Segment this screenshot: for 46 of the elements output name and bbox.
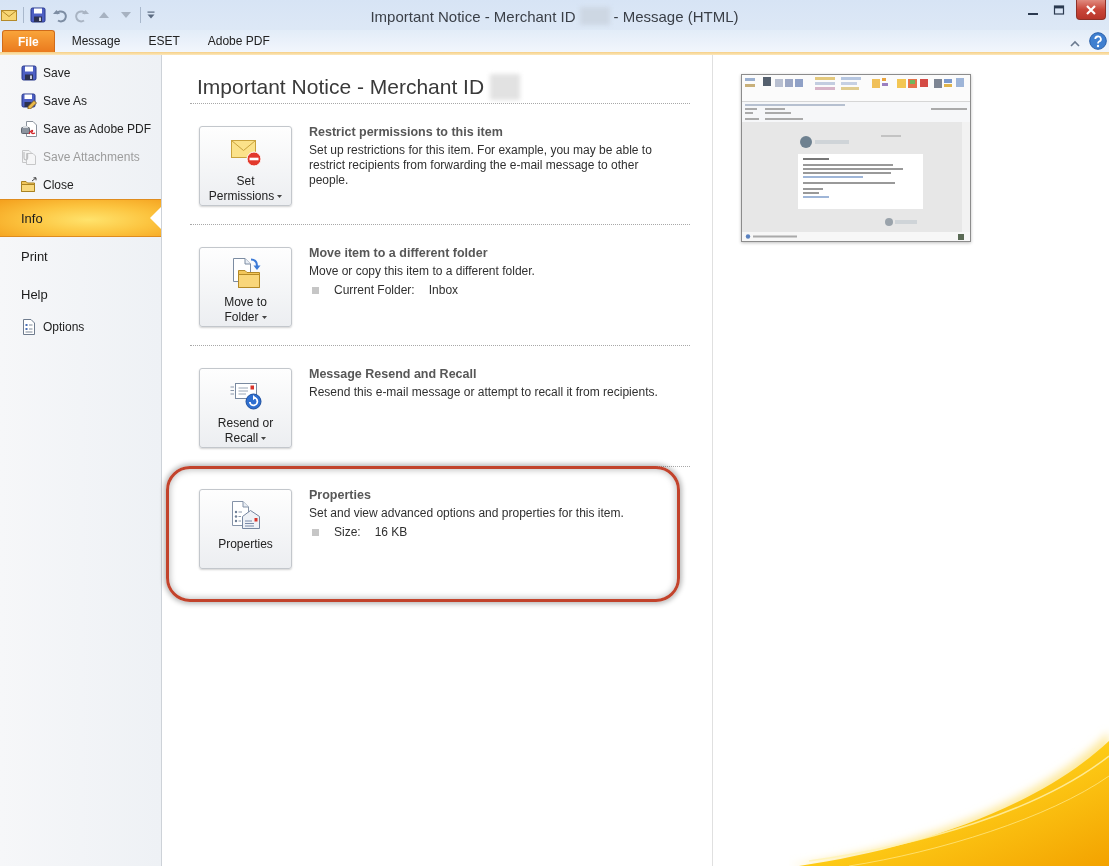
close-button[interactable] <box>1076 0 1106 20</box>
section-heading: Move item to a different folder <box>309 245 489 261</box>
sidebar-item[interactable]: Help <box>0 275 161 313</box>
help-icon[interactable] <box>1089 32 1107 50</box>
square-bullet-icon <box>312 287 319 294</box>
sidebar-item[interactable]: Save as Adobe PDF <box>0 115 161 143</box>
action-button[interactable]: Resend or Recall <box>199 368 292 448</box>
close-icon <box>1085 4 1097 15</box>
floppy-pencil-icon[interactable] <box>21 93 37 109</box>
sidebar-item[interactable]: Save <box>0 59 161 87</box>
ribbon-tab[interactable]: Adobe PDF <box>193 30 284 52</box>
maximize-icon <box>1053 5 1065 15</box>
curved-left-arrow-icon[interactable] <box>52 7 68 23</box>
section-heading: Properties <box>309 487 372 503</box>
document-list-icon[interactable] <box>21 319 37 335</box>
detail-label: Size: <box>334 525 361 540</box>
envelope-icon[interactable] <box>1 7 17 23</box>
detail-value: 16 KB <box>374 525 408 540</box>
action-button[interactable]: Properties <box>199 489 292 569</box>
minimize-icon <box>1028 12 1038 15</box>
section-heading: Restrict permissions to this item <box>309 124 504 140</box>
action-button[interactable]: Set Permissions <box>199 126 292 206</box>
window-title: Important Notice - Merchant ID <box>370 7 576 25</box>
folder-icon[interactable] <box>21 177 37 193</box>
section-description: Set up restrictions for this item. For example, you may be able to restrict recipients from forwarding the e-mail message to other people. <box>309 143 653 188</box>
detail-value: Inbox <box>428 283 459 298</box>
caret-icon[interactable] <box>147 11 155 19</box>
ribbon-tab[interactable]: Message <box>57 30 135 52</box>
chevron-up-icon[interactable] <box>1070 39 1080 47</box>
sidebar-item[interactable]: Close <box>0 171 161 199</box>
document-envelope-icon <box>229 499 262 531</box>
section-description: Resend this e-mail message or attempt to recall it from recipients. <box>309 385 659 400</box>
window-title-suffix: - Message (HTML) <box>613 7 739 25</box>
sidebar-item[interactable]: Options <box>0 313 161 341</box>
section-description: Move or copy this item to a different folder. <box>309 264 536 279</box>
detail-label: Current Folder: <box>334 283 415 298</box>
sidebar-item[interactable]: Info <box>0 199 161 237</box>
sidebar-item[interactable]: Save As <box>0 87 161 115</box>
section-description: Set and view advanced options and properties for this item. <box>309 506 625 521</box>
page-title: Important Notice - Merchant ID <box>197 74 485 99</box>
sidebar-item[interactable]: Print <box>0 237 161 275</box>
ribbon-tab[interactable]: ESET <box>134 30 194 52</box>
square-bullet-icon <box>312 529 319 536</box>
pdf-document-icon[interactable] <box>21 121 37 137</box>
action-button[interactable]: Move to Folder <box>199 247 292 327</box>
section-heading: Message Resend and Recall <box>309 366 478 382</box>
